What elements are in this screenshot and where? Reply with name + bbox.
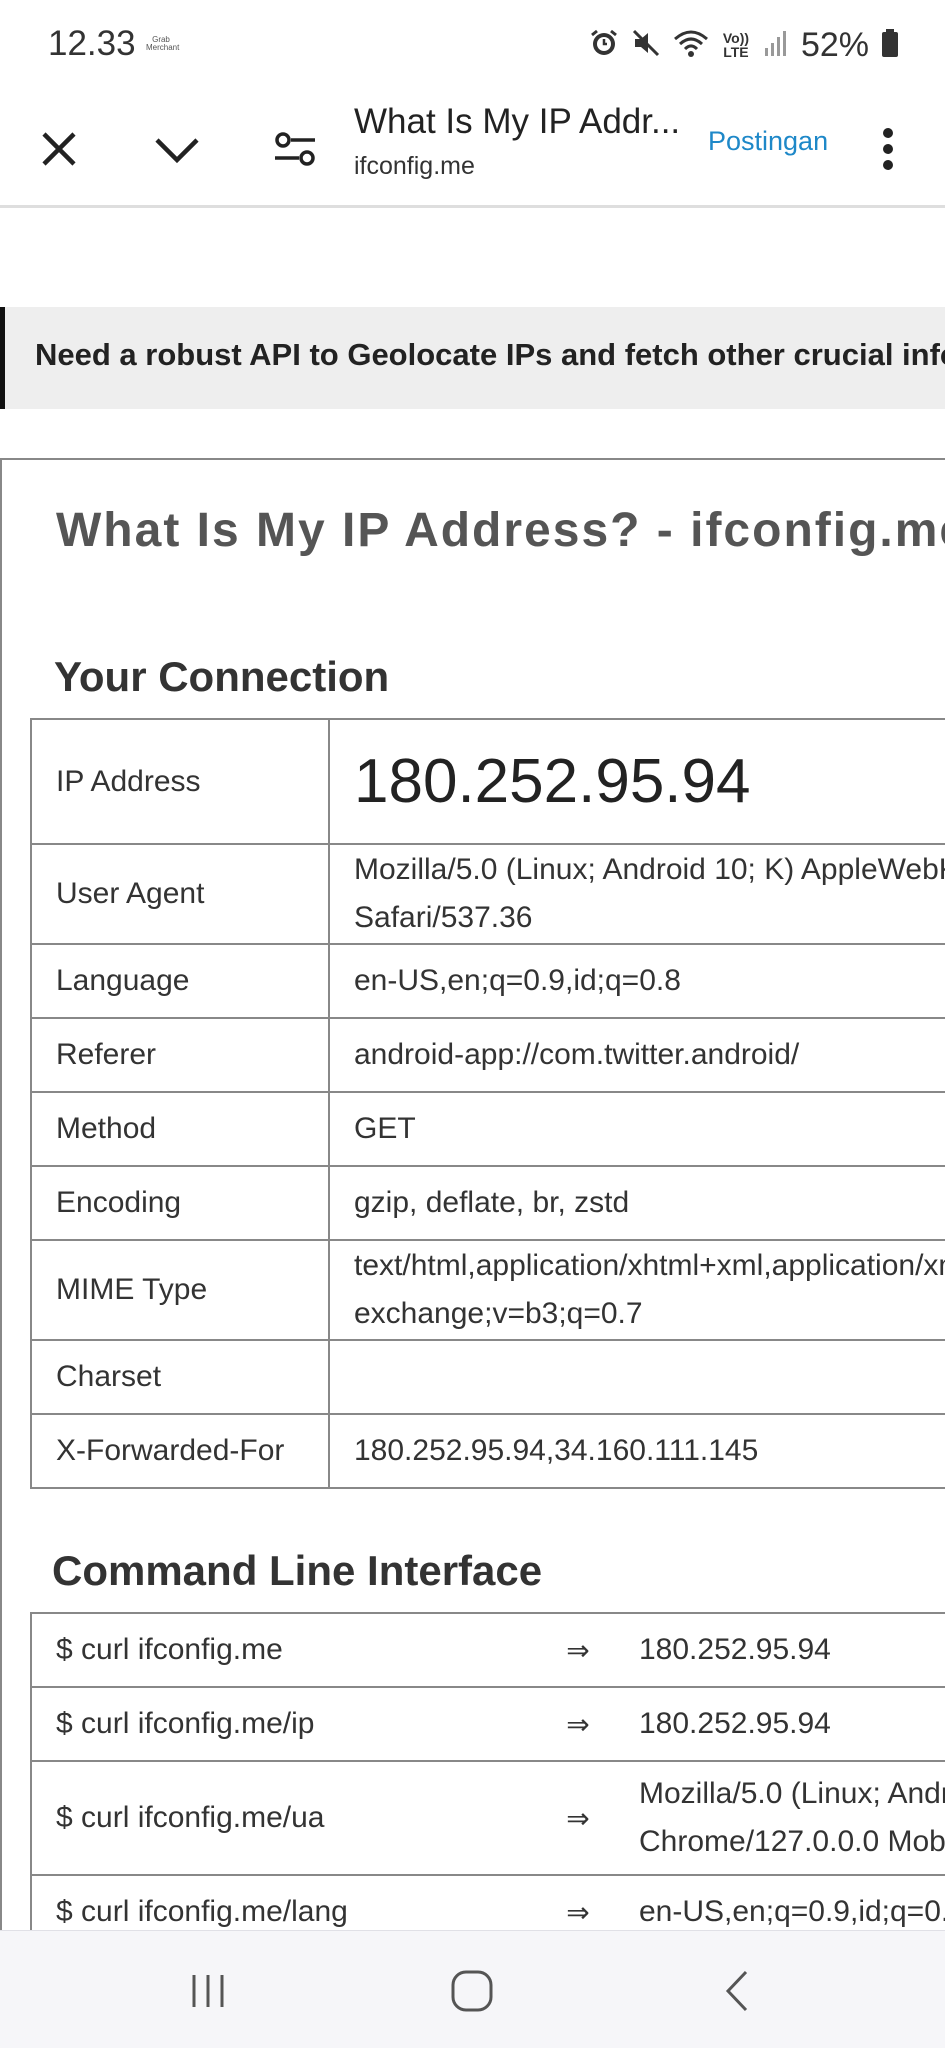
ua-line-1: Mozilla/5.0 (Linux; Android 10; K) Apple… — [639, 1777, 945, 1810]
status-time: 12.33 — [48, 24, 136, 63]
table-row: Referer android-app://com.twitter.androi… — [30, 1017, 945, 1093]
promo-banner[interactable]: Need a robust API to Geolocate IPs and f… — [0, 307, 945, 409]
row-value — [328, 1339, 945, 1415]
row-key: Encoding — [30, 1165, 330, 1241]
web-content[interactable]: Need a robust API to Geolocate IPs and f… — [0, 208, 945, 1930]
table-row: Method GET — [30, 1091, 945, 1167]
mime-line-2: exchange;v=b3;q=0.7 — [354, 1297, 643, 1330]
battery-percent: 52% — [800, 25, 869, 64]
cli-command: $ curl ifconfig.me/ip — [30, 1686, 541, 1762]
battery-icon — [881, 28, 899, 63]
ua-line-2: Chrome/127.0.0.0 Mobile Safari/537.36 — [639, 1825, 945, 1858]
cli-command: $ curl ifconfig.me/ua — [30, 1760, 541, 1876]
table-row: Charset — [30, 1339, 945, 1415]
arrow-icon: ⇒ — [541, 1686, 615, 1762]
table-row: $ curl ifconfig.me/ip ⇒ 180.252.95.94 — [30, 1686, 945, 1762]
site-settings-button[interactable] — [262, 116, 328, 182]
system-nav-bar — [0, 1930, 945, 2048]
volte-icon: Vo)) LTE — [722, 30, 750, 60]
row-key: IP Address — [30, 718, 330, 845]
row-key: Referer — [30, 1017, 330, 1093]
cli-output: 180.252.95.94 — [615, 1686, 945, 1762]
row-value: text/html,application/xhtml+xml,applicat… — [328, 1239, 945, 1341]
row-value: Mozilla/5.0 (Linux; Android 10; K) Apple… — [328, 843, 945, 945]
cli-command: $ curl ifconfig.me — [30, 1612, 541, 1688]
close-button[interactable] — [26, 116, 92, 182]
recent-apps-icon — [192, 1975, 224, 2007]
mute-icon — [631, 28, 661, 63]
grab-merchant-icon: Grab Merchant — [146, 35, 180, 52]
page-title: What Is My IP Addr... — [354, 102, 681, 141]
close-icon — [42, 132, 76, 166]
user-agent-line-1: Mozilla/5.0 (Linux; Android 10; K) Apple… — [354, 853, 945, 886]
arrow-icon: ⇒ — [541, 1612, 615, 1688]
alarm-icon — [589, 28, 619, 63]
row-value: android-app://com.twitter.android/ — [328, 1017, 945, 1093]
banner-text: Need a robust API to Geolocate IPs and f… — [35, 337, 945, 372]
page-heading: What Is My IP Address? - ifconfig.me — [56, 504, 945, 557]
cli-heading: Command Line Interface — [52, 1547, 543, 1594]
table-row: MIME Type text/html,application/xhtml+xm… — [30, 1239, 945, 1341]
table-row: X-Forwarded-For 180.252.95.94,34.160.111… — [30, 1413, 945, 1489]
back-button[interactable] — [697, 1961, 777, 2021]
browser-toolbar: What Is My IP Addr... ifconfig.me Postin… — [0, 90, 945, 208]
row-value: gzip, deflate, br, zstd — [328, 1165, 945, 1241]
recent-apps-button[interactable] — [168, 1961, 248, 2021]
table-row: IP Address 180.252.95.94 — [30, 718, 945, 845]
home-icon — [451, 1970, 493, 2012]
row-value: GET — [328, 1091, 945, 1167]
ip-address-value[interactable]: 180.252.95.94 — [328, 718, 945, 845]
cli-table: $ curl ifconfig.me ⇒ 180.252.95.94 $ cur… — [30, 1612, 945, 1930]
row-key: MIME Type — [30, 1239, 330, 1341]
row-key: User Agent — [30, 843, 330, 945]
cli-output: en-US,en;q=0.9,id;q=0.8 — [615, 1874, 945, 1930]
row-key: Charset — [30, 1339, 330, 1415]
status-icons: Vo)) LTE 52% — [589, 22, 899, 68]
status-bar: 12.33 Grab Merchant Vo)) LTE 52% — [0, 0, 945, 90]
main-card: What Is My IP Address? - ifconfig.me You… — [0, 458, 945, 1930]
table-row: Language en-US,en;q=0.9,id;q=0.8 — [30, 943, 945, 1019]
cli-command: $ curl ifconfig.me/lang — [30, 1874, 541, 1930]
table-row: $ curl ifconfig.me/lang ⇒ en-US,en;q=0.9… — [30, 1874, 945, 1930]
table-row: $ curl ifconfig.me ⇒ 180.252.95.94 — [30, 1612, 945, 1688]
postingan-link[interactable]: Postingan — [708, 126, 828, 157]
back-icon — [725, 1970, 748, 2012]
tune-icon — [275, 132, 315, 166]
connection-table: IP Address 180.252.95.94 User Agent Mozi… — [30, 718, 945, 1489]
minimize-button[interactable] — [144, 116, 210, 182]
cli-output: 180.252.95.94 — [615, 1612, 945, 1688]
more-options-button[interactable] — [856, 116, 920, 182]
row-key: Method — [30, 1091, 330, 1167]
table-row: User Agent Mozilla/5.0 (Linux; Android 1… — [30, 843, 945, 945]
table-row: $ curl ifconfig.me/ua ⇒ Mozilla/5.0 (Lin… — [30, 1760, 945, 1876]
cli-output: Mozilla/5.0 (Linux; Android 10; K) Apple… — [615, 1760, 945, 1876]
signal-icon — [763, 28, 789, 63]
home-button[interactable] — [432, 1961, 512, 2021]
arrow-icon: ⇒ — [541, 1874, 615, 1930]
row-key: Language — [30, 943, 330, 1019]
more-vertical-icon — [883, 128, 893, 170]
row-value: 180.252.95.94,34.160.111.145 — [328, 1413, 945, 1489]
ip-address-text: 180.252.95.94 — [354, 747, 751, 816]
arrow-icon: ⇒ — [541, 1760, 615, 1876]
page-url: ifconfig.me — [354, 152, 475, 180]
row-key: X-Forwarded-For — [30, 1413, 330, 1489]
chevron-down-icon — [155, 138, 199, 164]
mime-line-1: text/html,application/xhtml+xml,applicat… — [354, 1249, 945, 1282]
wifi-icon — [673, 28, 709, 63]
user-agent-line-2: Safari/537.36 — [354, 901, 533, 934]
your-connection-heading: Your Connection — [54, 653, 390, 700]
table-row: Encoding gzip, deflate, br, zstd — [30, 1165, 945, 1241]
row-value: en-US,en;q=0.9,id;q=0.8 — [328, 943, 945, 1019]
